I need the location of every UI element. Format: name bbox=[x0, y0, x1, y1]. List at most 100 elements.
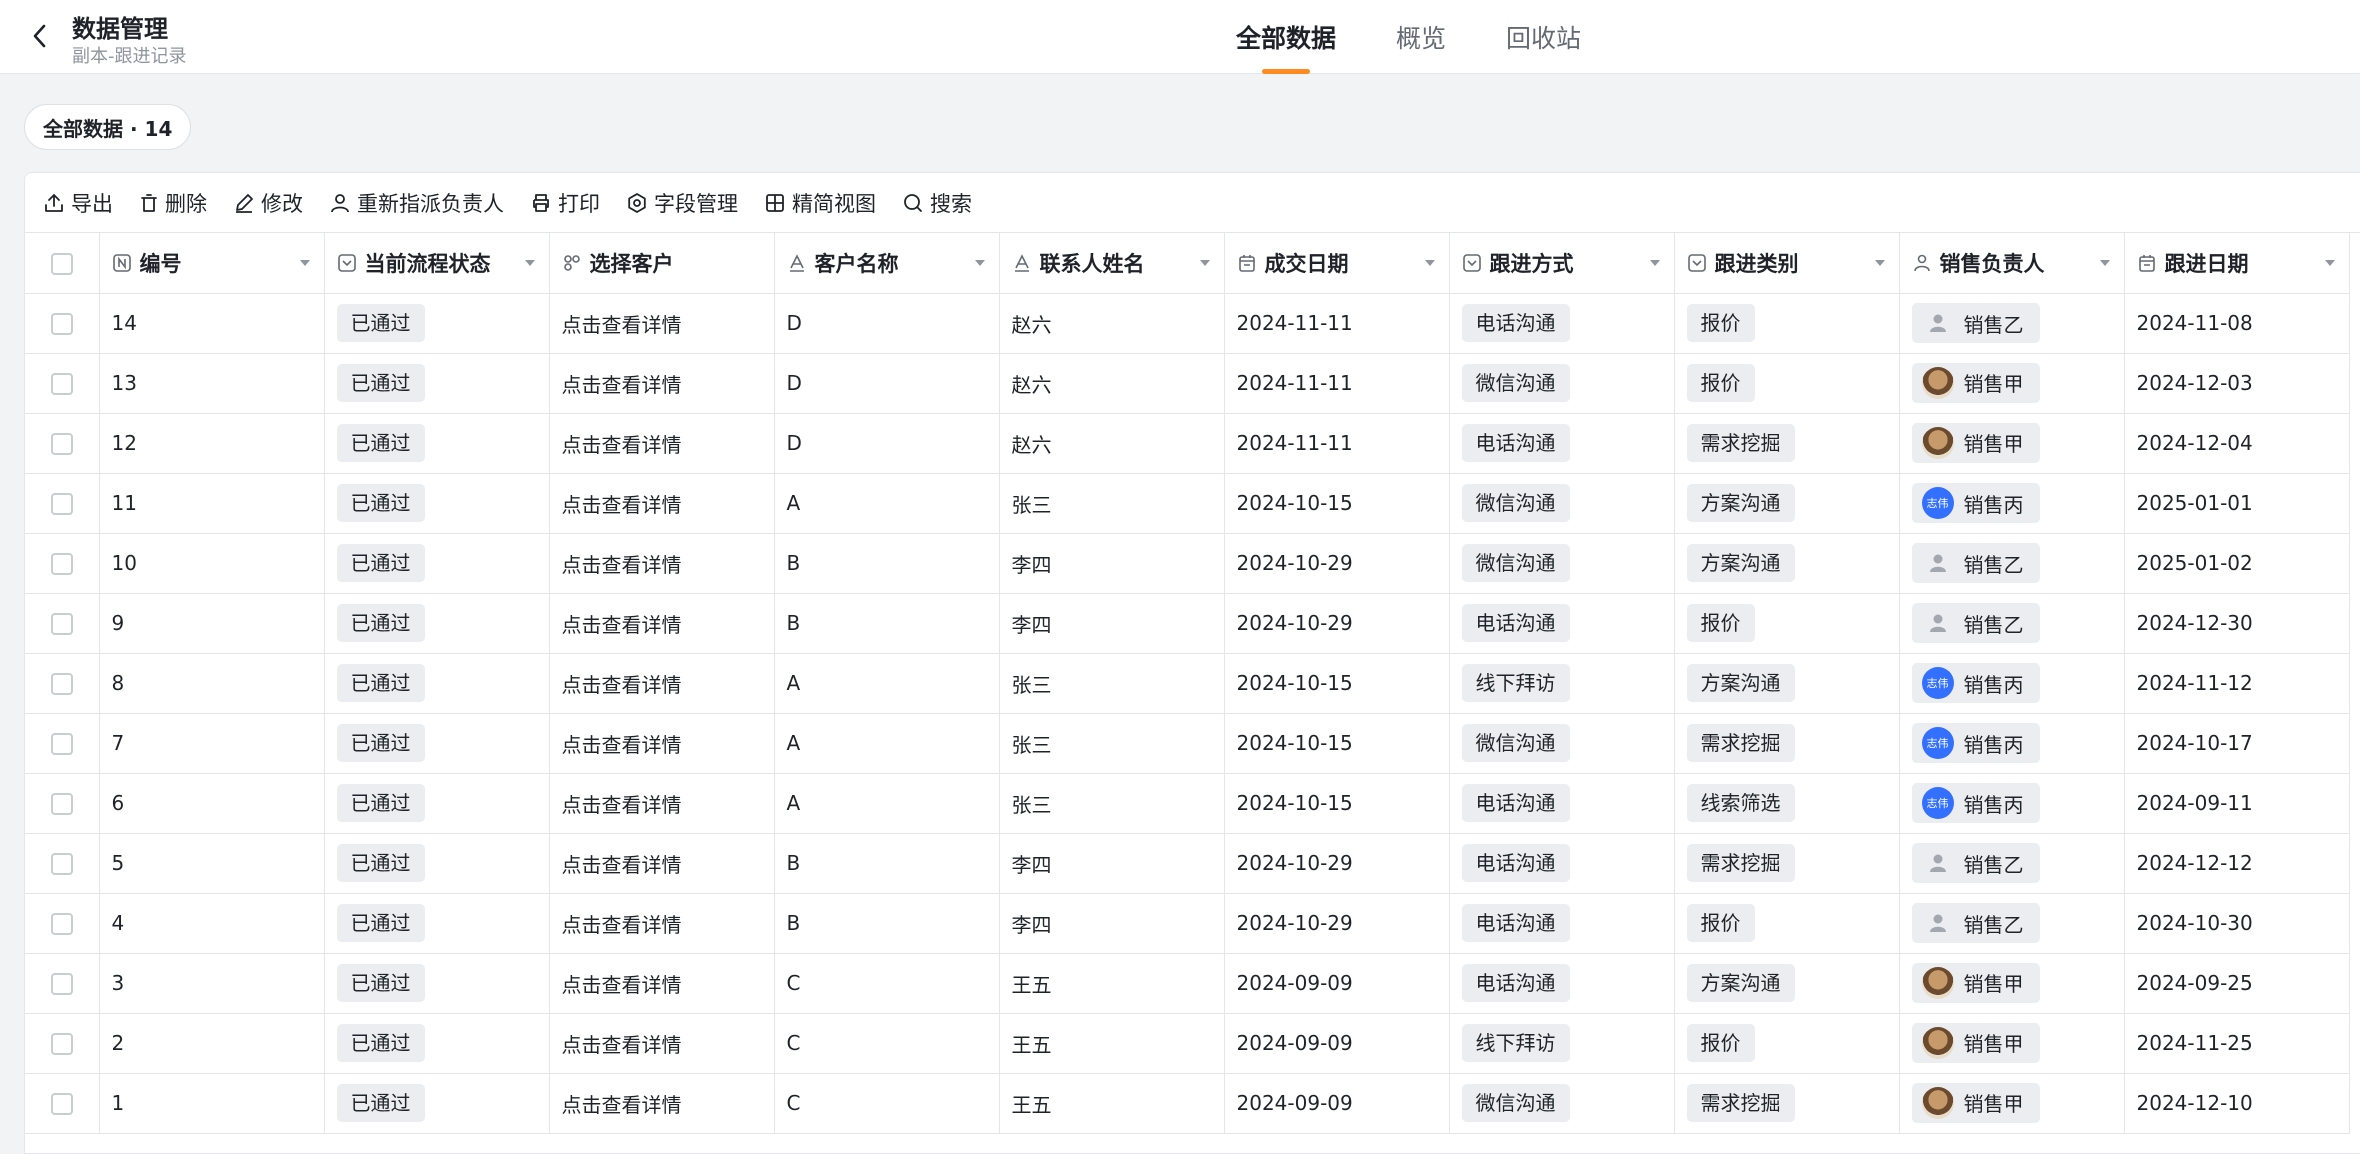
cell-contact[interactable]: 李四 bbox=[999, 893, 1225, 954]
table-row[interactable]: 10 已通过 点击查看详情 B 李四 2024-10-29 微信沟通 方案沟通 … bbox=[25, 533, 2350, 594]
cell-contact[interactable]: 张三 bbox=[999, 713, 1225, 774]
cell-status[interactable]: 已通过 bbox=[324, 473, 550, 534]
cell-sales[interactable]: 志伟 销售丙 bbox=[1899, 713, 2125, 774]
cell-method[interactable]: 微信沟通 bbox=[1449, 353, 1675, 414]
cell-deal-date[interactable]: 2024-10-15 bbox=[1224, 773, 1450, 834]
row-checkbox[interactable] bbox=[50, 613, 73, 636]
cell-status[interactable]: 已通过 bbox=[324, 953, 550, 1014]
cell-method[interactable]: 微信沟通 bbox=[1449, 713, 1675, 774]
cell-sales[interactable]: 志伟 销售丙 bbox=[1899, 653, 2125, 714]
cell-customer-name[interactable]: B bbox=[774, 533, 1000, 594]
edit-button[interactable]: 修改 bbox=[233, 188, 303, 218]
cell-id[interactable]: 4 bbox=[99, 893, 325, 954]
cell-contact[interactable]: 李四 bbox=[999, 833, 1225, 894]
cell-contact[interactable]: 王五 bbox=[999, 1073, 1225, 1134]
cell-sales[interactable]: 销售甲 bbox=[1899, 353, 2125, 414]
cell-customer-name[interactable]: D bbox=[774, 413, 1000, 474]
cell-id[interactable]: 12 bbox=[99, 413, 325, 474]
view-chip-all-data[interactable]: 全部数据 · 14 bbox=[24, 104, 192, 150]
row-checkbox[interactable] bbox=[50, 1033, 73, 1056]
cell-method[interactable]: 电话沟通 bbox=[1449, 593, 1675, 654]
cell-customer-name[interactable]: C bbox=[774, 1013, 1000, 1074]
cell-contact[interactable]: 赵六 bbox=[999, 353, 1225, 414]
view-details-link[interactable]: 点击查看详情 bbox=[562, 913, 682, 937]
view-details-link[interactable]: 点击查看详情 bbox=[562, 673, 682, 697]
cell-method[interactable]: 电话沟通 bbox=[1449, 893, 1675, 954]
table-row[interactable]: 1 已通过 点击查看详情 C 王五 2024-09-09 微信沟通 需求挖掘 销… bbox=[25, 1073, 2350, 1134]
cell-contact[interactable]: 李四 bbox=[999, 593, 1225, 654]
cell-contact[interactable]: 赵六 bbox=[999, 293, 1225, 354]
cell-deal-date[interactable]: 2024-09-09 bbox=[1224, 1073, 1450, 1134]
cell-select-customer[interactable]: 点击查看详情 bbox=[549, 473, 775, 534]
cell-customer-name[interactable]: B bbox=[774, 593, 1000, 654]
table-row[interactable]: 3 已通过 点击查看详情 C 王五 2024-09-09 电话沟通 方案沟通 销… bbox=[25, 953, 2350, 1014]
cell-method[interactable]: 线下拜访 bbox=[1449, 1013, 1675, 1074]
cell-deal-date[interactable]: 2024-10-15 bbox=[1224, 653, 1450, 714]
view-details-link[interactable]: 点击查看详情 bbox=[562, 313, 682, 337]
cell-sales[interactable]: 销售乙 bbox=[1899, 593, 2125, 654]
cell-customer-name[interactable]: B bbox=[774, 893, 1000, 954]
row-checkbox[interactable] bbox=[50, 1093, 73, 1116]
cell-deal-date[interactable]: 2024-10-29 bbox=[1224, 893, 1450, 954]
cell-id[interactable]: 8 bbox=[99, 653, 325, 714]
cell-deal-date[interactable]: 2024-11-11 bbox=[1224, 293, 1450, 354]
cell-method[interactable]: 微信沟通 bbox=[1449, 533, 1675, 594]
cell-customer-name[interactable]: A bbox=[774, 473, 1000, 534]
caret-down-icon[interactable] bbox=[298, 258, 312, 268]
cell-deal-date[interactable]: 2024-10-29 bbox=[1224, 533, 1450, 594]
row-checkbox[interactable] bbox=[50, 433, 73, 456]
col-contact-header[interactable]: 联系人姓名 bbox=[999, 233, 1225, 294]
cell-select-customer[interactable]: 点击查看详情 bbox=[549, 833, 775, 894]
cell-sales[interactable]: 志伟 销售丙 bbox=[1899, 773, 2125, 834]
export-button[interactable]: 导出 bbox=[43, 188, 113, 218]
col-select-customer-header[interactable]: 选择客户 bbox=[549, 233, 775, 294]
cell-sales[interactable]: 销售甲 bbox=[1899, 413, 2125, 474]
cell-customer-name[interactable]: D bbox=[774, 293, 1000, 354]
cell-method[interactable]: 线下拜访 bbox=[1449, 653, 1675, 714]
cell-category[interactable]: 方案沟通 bbox=[1674, 953, 1900, 1014]
row-checkbox[interactable] bbox=[50, 493, 73, 516]
tab-overview[interactable]: 概览 bbox=[1396, 0, 1446, 74]
cell-follow-date[interactable]: 2024-11-12 bbox=[2124, 653, 2350, 714]
cell-category[interactable]: 需求挖掘 bbox=[1674, 713, 1900, 774]
cell-customer-name[interactable]: A bbox=[774, 773, 1000, 834]
cell-customer-name[interactable]: C bbox=[774, 1073, 1000, 1134]
cell-deal-date[interactable]: 2024-11-11 bbox=[1224, 353, 1450, 414]
cell-follow-date[interactable]: 2024-12-04 bbox=[2124, 413, 2350, 474]
caret-down-icon[interactable] bbox=[973, 258, 987, 268]
select-all-checkbox[interactable] bbox=[50, 252, 73, 275]
col-deal-date-header[interactable]: 成交日期 bbox=[1224, 233, 1450, 294]
caret-down-icon[interactable] bbox=[1198, 258, 1212, 268]
view-details-link[interactable]: 点击查看详情 bbox=[562, 853, 682, 877]
cell-status[interactable]: 已通过 bbox=[324, 893, 550, 954]
row-checkbox[interactable] bbox=[50, 913, 73, 936]
cell-category[interactable]: 报价 bbox=[1674, 353, 1900, 414]
view-details-link[interactable]: 点击查看详情 bbox=[562, 433, 682, 457]
cell-status[interactable]: 已通过 bbox=[324, 533, 550, 594]
cell-category[interactable]: 报价 bbox=[1674, 593, 1900, 654]
cell-id[interactable]: 7 bbox=[99, 713, 325, 774]
cell-deal-date[interactable]: 2024-09-09 bbox=[1224, 1013, 1450, 1074]
cell-sales[interactable]: 销售乙 bbox=[1899, 533, 2125, 594]
cell-follow-date[interactable]: 2024-12-03 bbox=[2124, 353, 2350, 414]
back-button[interactable] bbox=[22, 18, 58, 54]
cell-status[interactable]: 已通过 bbox=[324, 653, 550, 714]
cell-customer-name[interactable]: A bbox=[774, 653, 1000, 714]
cell-select-customer[interactable]: 点击查看详情 bbox=[549, 773, 775, 834]
cell-select-customer[interactable]: 点击查看详情 bbox=[549, 1073, 775, 1134]
view-details-link[interactable]: 点击查看详情 bbox=[562, 1033, 682, 1057]
cell-status[interactable]: 已通过 bbox=[324, 833, 550, 894]
cell-category[interactable]: 方案沟通 bbox=[1674, 533, 1900, 594]
tab-recycle-bin[interactable]: 回收站 bbox=[1506, 0, 1581, 74]
cell-follow-date[interactable]: 2024-09-25 bbox=[2124, 953, 2350, 1014]
cell-method[interactable]: 电话沟通 bbox=[1449, 773, 1675, 834]
col-sales-header[interactable]: 销售负责人 bbox=[1899, 233, 2125, 294]
table-row[interactable]: 2 已通过 点击查看详情 C 王五 2024-09-09 线下拜访 报价 销售甲… bbox=[25, 1013, 2350, 1074]
cell-customer-name[interactable]: D bbox=[774, 353, 1000, 414]
col-category-header[interactable]: 跟进类别 bbox=[1674, 233, 1900, 294]
cell-deal-date[interactable]: 2024-10-29 bbox=[1224, 833, 1450, 894]
cell-select-customer[interactable]: 点击查看详情 bbox=[549, 1013, 775, 1074]
col-id-header[interactable]: 编号 bbox=[99, 233, 325, 294]
col-customer-name-header[interactable]: 客户名称 bbox=[774, 233, 1000, 294]
cell-follow-date[interactable]: 2025-01-02 bbox=[2124, 533, 2350, 594]
